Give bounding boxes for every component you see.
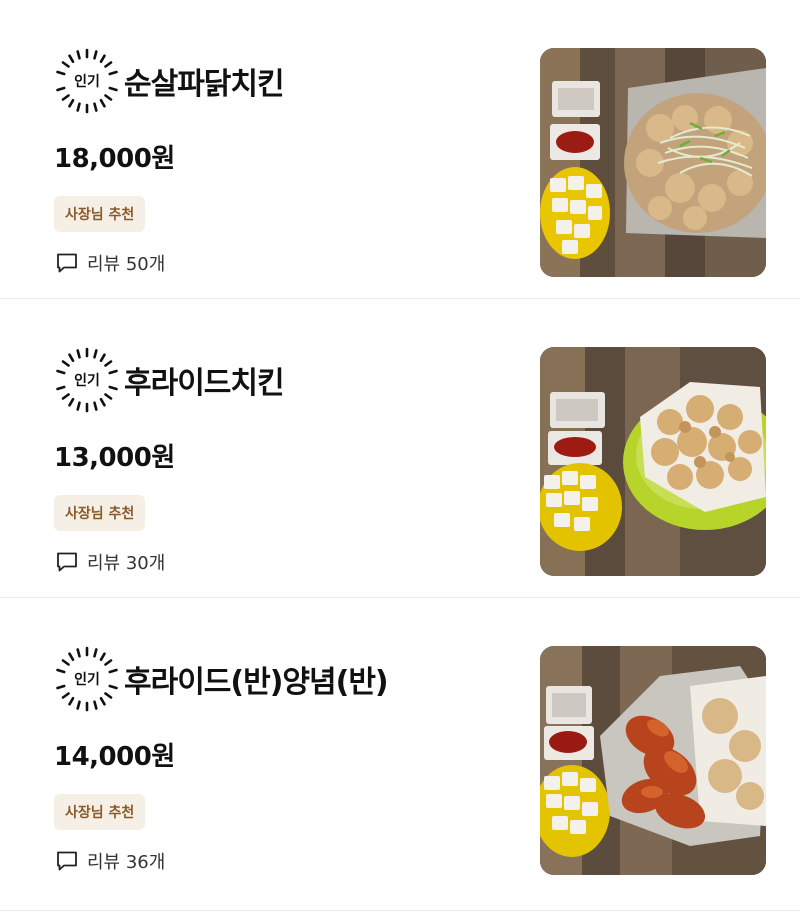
- menu-item-price: 14,000원: [54, 742, 175, 772]
- menu-item-price: 18,000원: [54, 144, 175, 174]
- review-count: 리뷰 50개: [55, 250, 165, 276]
- review-count-label: 리뷰 36개: [87, 852, 166, 873]
- review-count: 리뷰 30개: [55, 549, 165, 575]
- badge-label: 인기: [74, 373, 100, 389]
- chicken-photo[interactable]: [540, 646, 766, 875]
- menu-item[interactable]: 인기 순살파닭치킨 18,000원 사장님 추천 리뷰 50개: [0, 0, 800, 299]
- menu-item-name: 후라이드(반)양념(반): [124, 665, 389, 700]
- owner-recommend-tag: 사장님 추천: [54, 495, 146, 531]
- popular-badge-icon: 인기: [52, 46, 122, 116]
- badge-label: 인기: [74, 74, 100, 90]
- badge-label: 인기: [74, 672, 100, 688]
- menu-item-title-row: 인기 순살파닭치킨: [52, 46, 285, 116]
- menu-item-name: 후라이드치킨: [124, 366, 285, 401]
- speech-bubble-icon: [57, 253, 77, 273]
- menu-list: 인기 순살파닭치킨 18,000원 사장님 추천 리뷰 50개 인기 후라이드치…: [0, 0, 800, 919]
- menu-item-price: 13,000원: [54, 443, 175, 473]
- review-count-label: 리뷰 50개: [87, 254, 166, 275]
- popular-badge-icon: 인기: [52, 644, 122, 714]
- review-count: 리뷰 36개: [55, 848, 165, 874]
- owner-recommend-tag: 사장님 추천: [54, 196, 146, 232]
- menu-item[interactable]: 인기 후라이드치킨 13,000원 사장님 추천 리뷰 30개: [0, 299, 800, 598]
- menu-item[interactable]: 인기 후라이드(반)양념(반) 14,000원 사장님 추천 리뷰 36개: [0, 598, 800, 911]
- speech-bubble-icon: [57, 552, 77, 572]
- menu-item-title-row: 인기 후라이드치킨: [52, 345, 285, 415]
- review-count-label: 리뷰 30개: [87, 553, 166, 574]
- owner-recommend-tag: 사장님 추천: [54, 794, 146, 830]
- popular-badge-icon: 인기: [52, 345, 122, 415]
- chicken-photo[interactable]: [540, 347, 766, 576]
- chicken-photo[interactable]: [540, 48, 766, 277]
- menu-item-name: 순살파닭치킨: [124, 67, 285, 102]
- menu-item-title-row: 인기 후라이드(반)양념(반): [52, 644, 389, 714]
- speech-bubble-icon: [57, 851, 77, 871]
